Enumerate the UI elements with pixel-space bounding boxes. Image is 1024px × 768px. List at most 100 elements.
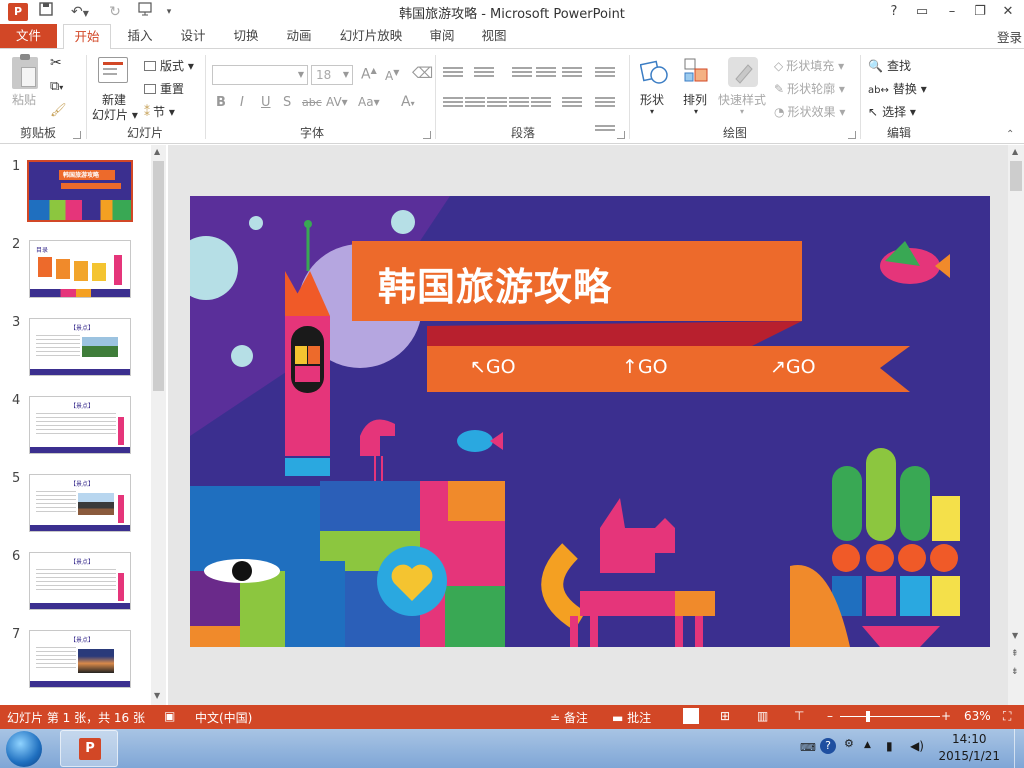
underline-button[interactable]: U	[261, 95, 271, 110]
select-button[interactable]: ↖ 选择 ▾	[868, 103, 916, 120]
tab-animations[interactable]: 动画	[275, 24, 323, 48]
scroll-down-icon[interactable]: ▼	[154, 691, 160, 700]
scrollbar-thumb[interactable]	[1010, 161, 1022, 191]
show-desktop-button[interactable]	[1014, 729, 1024, 768]
tab-view[interactable]: 视图	[470, 24, 518, 48]
fit-to-window-icon[interactable]: ⛶	[1003, 709, 1011, 724]
cut-icon[interactable]: ✂	[50, 55, 62, 71]
zoom-level[interactable]: 63%	[964, 709, 991, 723]
shapes-icon[interactable]	[639, 57, 668, 87]
previous-slide-icon[interactable]: ⇞	[1011, 649, 1019, 659]
slide-sorter-icon[interactable]: ⊞	[720, 709, 730, 723]
bullets-icon[interactable]	[443, 67, 463, 81]
spelling-check-icon[interactable]: ▣	[164, 709, 175, 723]
shape-effects-button[interactable]: ◔ 形状效果 ▾	[774, 103, 845, 120]
clipboard-launcher-icon[interactable]	[73, 131, 81, 139]
thumbnail-slide-2[interactable]: 目录	[29, 240, 131, 298]
new-slide-icon[interactable]	[98, 57, 128, 83]
convert-smartart-icon[interactable]	[595, 125, 615, 139]
font-launcher-icon[interactable]	[423, 131, 431, 139]
scroll-up-icon[interactable]: ▲	[1012, 147, 1018, 156]
shapes-button[interactable]: 形状	[640, 91, 664, 108]
editor-scrollbar[interactable]: ▲ ▼ ⇞ ⇟	[1008, 145, 1024, 705]
restore-button[interactable]: ❐	[966, 2, 994, 22]
align-center-icon[interactable]	[465, 97, 485, 111]
scrollbar-thumb[interactable]	[153, 161, 164, 391]
layout-button[interactable]: 版式 ▾	[144, 57, 194, 74]
comments-button[interactable]: ▬ 批注	[612, 709, 651, 726]
minimize-button[interactable]: –	[938, 2, 966, 22]
font-color-button[interactable]: A▾	[401, 94, 415, 110]
slideshow-view-icon[interactable]: ⊤	[794, 709, 804, 723]
arrange-button[interactable]: 排列	[683, 91, 707, 108]
shape-fill-button[interactable]: ◇ 形状填充 ▾	[774, 57, 844, 74]
tab-home[interactable]: 开始	[63, 24, 111, 49]
zoom-out-icon[interactable]: –	[827, 709, 833, 723]
tab-design[interactable]: 设计	[169, 24, 217, 48]
zoom-slider[interactable]	[840, 716, 940, 717]
go-button-north[interactable]: ↑GO	[622, 356, 668, 378]
format-painter-icon[interactable]: 🖌	[50, 103, 67, 118]
close-button[interactable]: ✕	[994, 2, 1022, 22]
thumbnail-slide-5[interactable]: 【景点】	[29, 474, 131, 532]
tab-review[interactable]: 审阅	[418, 24, 466, 48]
shapes-dropdown-icon[interactable]: ▾	[650, 107, 654, 116]
thumbnails-scrollbar[interactable]: ▲ ▼	[151, 145, 166, 705]
system-clock[interactable]: 14:10 2015/1/21	[938, 731, 1000, 765]
align-text-icon[interactable]	[595, 97, 615, 111]
network-icon[interactable]: ▮	[886, 739, 893, 753]
line-spacing-icon[interactable]	[562, 67, 582, 81]
taskbar-powerpoint-button[interactable]: P	[60, 730, 118, 767]
slide-title[interactable]: 韩国旅游攻略	[378, 256, 612, 311]
thumbnail-slide-3[interactable]: 【景点】	[29, 318, 131, 376]
thumbnail-slide-4[interactable]: 【景点】	[29, 396, 131, 454]
scroll-down-icon[interactable]: ▼	[1012, 631, 1018, 640]
align-right-icon[interactable]	[487, 97, 507, 111]
numbering-icon[interactable]	[474, 67, 494, 81]
volume-icon[interactable]: ◀)	[910, 739, 924, 753]
quick-styles-dropdown-icon[interactable]: ▾	[740, 107, 744, 116]
sign-in-link[interactable]: 登录	[997, 27, 1022, 46]
zoom-in-icon[interactable]: +	[941, 709, 951, 723]
show-hidden-icons-icon[interactable]: ▲	[864, 740, 871, 750]
start-button-icon[interactable]	[6, 731, 42, 767]
scroll-up-icon[interactable]: ▲	[154, 147, 160, 156]
font-family-combo[interactable]: ▼	[212, 65, 308, 85]
shadow-button[interactable]: S	[283, 95, 291, 110]
bold-button[interactable]: B	[216, 95, 226, 110]
replace-button[interactable]: ab↔ 替换 ▾	[868, 80, 927, 97]
tab-transitions[interactable]: 切换	[222, 24, 270, 48]
slide-canvas[interactable]: 韩国旅游攻略 ↖GO ↑GO ↗GO	[190, 196, 990, 647]
arrange-icon[interactable]	[683, 57, 711, 87]
quick-styles-icon[interactable]	[728, 57, 758, 87]
paragraph-launcher-icon[interactable]	[617, 131, 625, 139]
help-button[interactable]: ?	[880, 2, 908, 22]
quick-styles-button[interactable]: 快速样式	[718, 91, 766, 108]
tab-insert[interactable]: 插入	[116, 24, 164, 48]
thumbnail-slide-1[interactable]: 韩国旅游攻略	[27, 160, 133, 222]
tray-settings-icon[interactable]: ⚙	[844, 737, 854, 750]
increase-indent-icon[interactable]	[536, 67, 556, 81]
language-indicator[interactable]: 中文(中国)	[195, 709, 252, 726]
decrease-indent-icon[interactable]	[512, 67, 532, 81]
tab-slideshow[interactable]: 幻灯片放映	[332, 24, 410, 48]
columns-icon[interactable]	[562, 97, 582, 111]
character-spacing-button[interactable]: AV▾	[326, 95, 348, 109]
drawing-launcher-icon[interactable]	[848, 131, 856, 139]
zoom-slider-thumb[interactable]	[866, 711, 870, 722]
section-button[interactable]: ⁑ 节 ▾	[144, 103, 175, 120]
arrange-dropdown-icon[interactable]: ▾	[694, 107, 698, 116]
ribbon-display-options-icon[interactable]: ▭	[908, 2, 936, 22]
shrink-font-button[interactable]: A▼	[385, 68, 399, 83]
copy-icon[interactable]: ⧉▾	[50, 79, 63, 94]
normal-view-icon[interactable]	[683, 708, 699, 724]
help-tray-icon[interactable]: ?	[820, 738, 836, 754]
find-button[interactable]: 🔍 查找	[868, 57, 911, 74]
grow-font-button[interactable]: A▲	[361, 66, 377, 83]
notes-button[interactable]: ≐ 备注	[550, 709, 588, 726]
keyboard-icon[interactable]: ⌨	[800, 741, 816, 754]
reading-view-icon[interactable]: ▥	[757, 709, 768, 723]
distributed-icon[interactable]	[531, 97, 551, 111]
collapse-ribbon-icon[interactable]: ⌃	[1006, 129, 1014, 140]
font-size-combo[interactable]: 18 ▼	[311, 65, 353, 85]
